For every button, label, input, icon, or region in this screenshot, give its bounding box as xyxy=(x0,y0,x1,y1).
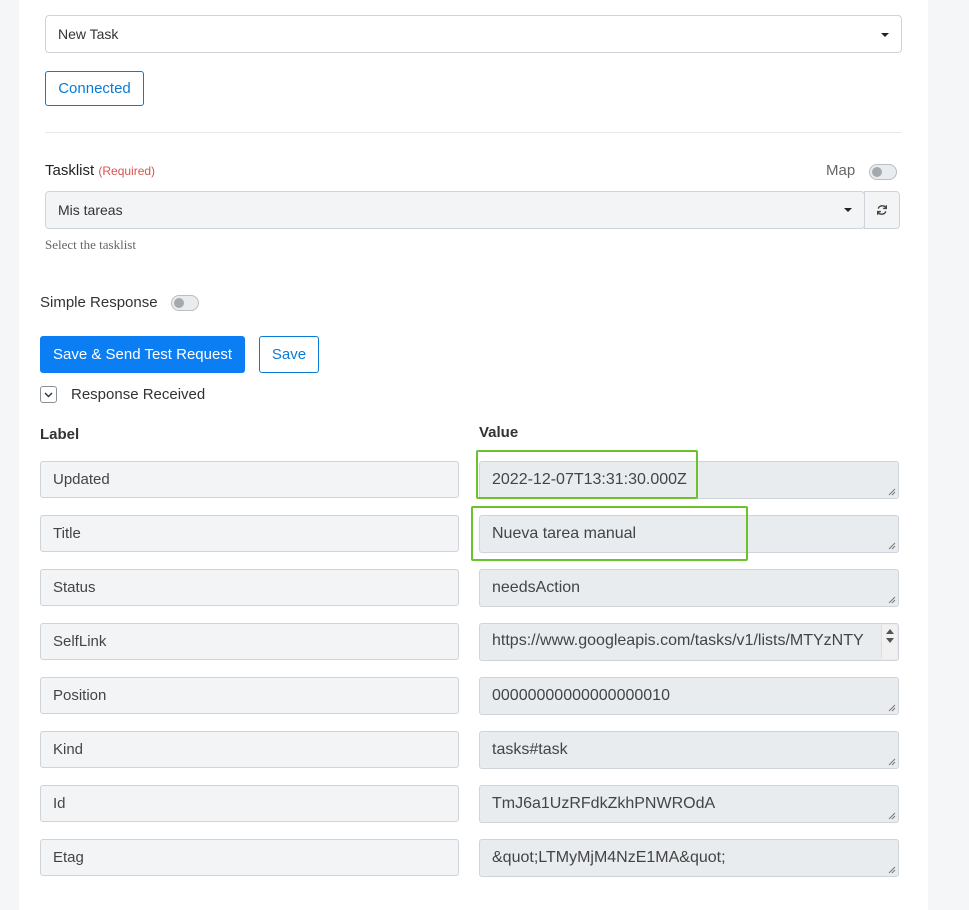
response-value-field[interactable]: tasks#task xyxy=(479,731,899,769)
value-scrollbar[interactable] xyxy=(881,625,897,659)
response-label-field[interactable]: Updated xyxy=(40,461,459,498)
required-marker: (Required) xyxy=(98,164,156,178)
resize-grip-icon[interactable] xyxy=(888,596,896,604)
response-label-text: Updated xyxy=(53,471,110,488)
resize-grip-icon[interactable] xyxy=(888,542,896,550)
simple-response-toggle[interactable] xyxy=(171,295,199,311)
value-column-header: Value xyxy=(479,424,519,441)
chevron-down-icon xyxy=(881,33,889,37)
response-value-text: needsAction xyxy=(492,579,581,596)
save-button[interactable]: Save xyxy=(259,336,319,373)
trigger-select[interactable]: New Task xyxy=(45,15,902,53)
response-value-text: tasks#task xyxy=(492,741,568,758)
save-and-send-test-label: Save & Send Test Request xyxy=(52,346,232,363)
response-label-field[interactable]: Title xyxy=(40,515,459,552)
response-label-text: SelfLink xyxy=(53,633,107,650)
chevron-down-icon xyxy=(844,208,852,212)
highlight-box xyxy=(476,450,698,499)
response-label-text: Kind xyxy=(53,741,84,758)
save-and-send-test-button[interactable]: Save & Send Test Request xyxy=(40,336,245,373)
response-value-field[interactable]: needsAction xyxy=(479,569,899,607)
scroll-up-icon[interactable] xyxy=(886,629,894,634)
response-label-text: Status xyxy=(53,579,96,596)
save-button-label: Save xyxy=(271,346,307,363)
response-label-field[interactable]: Kind xyxy=(40,731,459,768)
response-label-field[interactable]: Status xyxy=(40,569,459,606)
chevron-down-icon xyxy=(44,392,53,397)
response-value-text: &quot;LTMyMjM4NzE1MA&quot; xyxy=(492,849,726,866)
response-value-text: 00000000000000000010 xyxy=(492,687,670,704)
simple-response-label: Simple Response xyxy=(40,294,158,311)
resize-grip-icon[interactable] xyxy=(888,812,896,820)
resize-grip-icon[interactable] xyxy=(888,758,896,766)
divider xyxy=(45,132,902,133)
connected-button-label: Connected xyxy=(58,80,131,97)
response-label-text: Etag xyxy=(53,849,84,866)
tasklist-label: Tasklist (Required) xyxy=(45,162,155,179)
trigger-select-value: New Task xyxy=(58,26,119,42)
map-label: Map xyxy=(826,162,856,179)
refresh-icon xyxy=(877,205,887,215)
form-card xyxy=(19,0,928,910)
response-collapse-toggle[interactable] xyxy=(40,386,57,403)
scroll-down-icon[interactable] xyxy=(886,638,894,643)
response-label-text: Id xyxy=(53,795,66,812)
response-label-field[interactable]: Id xyxy=(40,785,459,822)
resize-grip-icon[interactable] xyxy=(888,488,896,496)
response-value-field[interactable]: &quot;LTMyMjM4NzE1MA&quot; xyxy=(479,839,899,877)
refresh-button[interactable] xyxy=(864,191,900,229)
resize-grip-icon[interactable] xyxy=(888,704,896,712)
response-value-field[interactable]: https://www.googleapis.com/tasks/v1/list… xyxy=(479,623,899,661)
response-label-field[interactable]: Position xyxy=(40,677,459,714)
response-label-text: Position xyxy=(53,687,107,704)
response-label-field[interactable]: SelfLink xyxy=(40,623,459,660)
highlight-box xyxy=(471,506,748,561)
tasklist-label-text: Tasklist xyxy=(45,162,95,179)
response-value-field[interactable]: 00000000000000000010 xyxy=(479,677,899,715)
tasklist-select-value: Mis tareas xyxy=(58,202,123,218)
response-label-field[interactable]: Etag xyxy=(40,839,459,876)
response-label-text: Title xyxy=(53,525,81,542)
response-value-text: https://www.googleapis.com/tasks/v1/list… xyxy=(492,632,864,649)
tasklist-help-text: Select the tasklist xyxy=(45,237,136,252)
response-value-text: TmJ6a1UzRFdkZkhPNWROdA xyxy=(492,795,716,812)
label-column-header: Label xyxy=(40,426,80,443)
response-value-field[interactable]: TmJ6a1UzRFdkZkhPNWROdA xyxy=(479,785,899,823)
resize-grip-icon[interactable] xyxy=(888,866,896,874)
response-received-label: Response Received xyxy=(71,386,206,403)
connected-button[interactable]: Connected xyxy=(45,71,144,106)
tasklist-select[interactable]: Mis tareas xyxy=(45,191,865,229)
map-toggle[interactable] xyxy=(869,164,897,180)
